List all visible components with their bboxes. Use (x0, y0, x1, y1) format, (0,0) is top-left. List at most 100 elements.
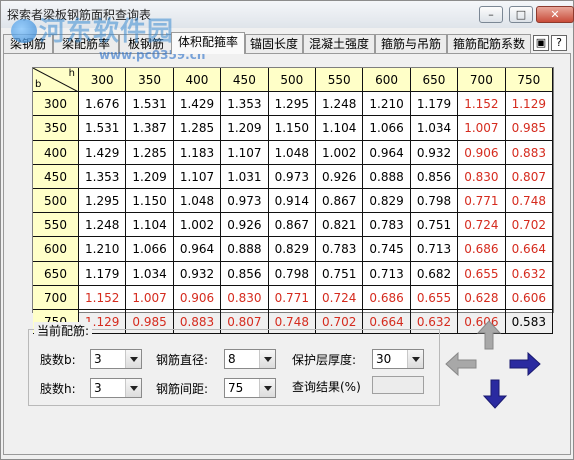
table-cell[interactable]: 0.686 (363, 285, 411, 310)
tab-stirrup-hanger[interactable]: 箍筋与吊筋 (375, 34, 447, 53)
table-cell[interactable]: 0.632 (505, 261, 553, 286)
table-cell[interactable]: 0.964 (173, 237, 222, 262)
table-cell[interactable]: 1.248 (79, 213, 127, 238)
table-cell[interactable]: 1.107 (221, 140, 269, 165)
table-cell[interactable]: 1.209 (221, 116, 269, 141)
arrow-up-icon[interactable] (476, 319, 502, 351)
table-cell[interactable]: 1.104 (316, 116, 364, 141)
save-icon[interactable]: ▣ (533, 35, 549, 51)
table-cell[interactable]: 0.829 (268, 237, 316, 262)
table-cell[interactable]: 1.066 (126, 237, 174, 262)
table-cell[interactable]: 1.387 (126, 116, 174, 141)
table-cell[interactable]: 0.867 (316, 189, 364, 214)
table-cell[interactable]: 0.771 (458, 189, 506, 214)
table-cell[interactable]: 0.682 (410, 261, 459, 286)
table-cell[interactable]: 0.664 (505, 237, 553, 262)
table-cell[interactable]: 1.210 (363, 92, 411, 117)
bar-spacing-select[interactable]: 75 (224, 378, 276, 398)
table-cell[interactable]: 1.676 (79, 92, 127, 117)
chevron-down-icon[interactable] (259, 350, 275, 368)
table-cell[interactable]: 0.926 (316, 164, 364, 189)
tab-concrete-strength[interactable]: 混凝土强度 (303, 34, 375, 53)
table-cell[interactable]: 0.751 (410, 213, 459, 238)
table-cell[interactable]: 0.655 (458, 261, 506, 286)
table-cell[interactable]: 1.179 (410, 92, 459, 117)
tab-stirrup-coefficient[interactable]: 箍筋配筋系数 (447, 34, 531, 53)
table-cell[interactable]: 0.686 (458, 237, 506, 262)
table-cell[interactable]: 1.152 (79, 285, 127, 310)
table-cell[interactable]: 0.914 (268, 189, 316, 214)
limbs-b-select[interactable]: 3 (90, 349, 142, 369)
table-cell[interactable]: 1.007 (458, 116, 506, 141)
table-cell[interactable]: 0.702 (505, 213, 553, 238)
arrow-left-icon[interactable] (444, 351, 478, 377)
tab-volume-stirrup-ratio[interactable]: 体积配箍率 (171, 32, 245, 54)
table-cell[interactable]: 1.179 (79, 261, 127, 286)
table-cell[interactable]: 1.129 (505, 92, 553, 117)
close-button[interactable]: ✕ (536, 6, 574, 23)
table-cell[interactable]: 0.821 (316, 213, 364, 238)
table-cell[interactable]: 0.926 (221, 213, 269, 238)
table-cell[interactable]: 1.007 (126, 285, 174, 310)
minimize-button[interactable]: – (479, 6, 503, 23)
table-cell[interactable]: 1.048 (173, 189, 222, 214)
table-cell[interactable]: 0.867 (268, 213, 316, 238)
table-cell[interactable]: 0.724 (316, 285, 364, 310)
table-cell[interactable]: 1.210 (79, 237, 127, 262)
table-cell[interactable]: 1.429 (79, 140, 127, 165)
table-cell[interactable]: 0.583 (505, 310, 553, 335)
table-cell[interactable]: 1.429 (173, 92, 222, 117)
table-cell[interactable]: 0.798 (410, 189, 459, 214)
table-cell[interactable]: 0.807 (505, 164, 553, 189)
bar-diameter-select[interactable]: 8 (224, 349, 276, 369)
table-cell[interactable]: 0.606 (505, 285, 553, 310)
maximize-button[interactable]: □ (509, 6, 533, 23)
table-cell[interactable]: 0.745 (363, 237, 411, 262)
table-cell[interactable]: 0.830 (458, 164, 506, 189)
limbs-h-select[interactable]: 3 (90, 378, 142, 398)
table-cell[interactable]: 0.888 (363, 164, 411, 189)
table-cell[interactable]: 0.856 (410, 164, 459, 189)
help-icon[interactable]: ? (551, 35, 567, 51)
table-cell[interactable]: 1.150 (126, 189, 174, 214)
table-cell[interactable]: 0.713 (410, 237, 459, 262)
table-cell[interactable]: 0.829 (363, 189, 411, 214)
table-cell[interactable]: 0.724 (458, 213, 506, 238)
table-cell[interactable]: 1.034 (410, 116, 459, 141)
table-cell[interactable]: 0.906 (458, 140, 506, 165)
table-cell[interactable]: 0.783 (363, 213, 411, 238)
table-cell[interactable]: 0.856 (221, 261, 269, 286)
table-cell[interactable]: 1.248 (316, 92, 364, 117)
table-cell[interactable]: 0.713 (363, 261, 411, 286)
table-cell[interactable]: 1.353 (79, 164, 127, 189)
table-cell[interactable]: 1.048 (268, 140, 316, 165)
table-cell[interactable]: 0.932 (173, 261, 222, 286)
table-cell[interactable]: 1.066 (363, 116, 411, 141)
table-cell[interactable]: 1.150 (268, 116, 316, 141)
table-cell[interactable]: 1.183 (173, 140, 222, 165)
table-cell[interactable]: 0.748 (505, 189, 553, 214)
table-cell[interactable]: 1.285 (126, 140, 174, 165)
chevron-down-icon[interactable] (125, 350, 141, 368)
table-cell[interactable]: 1.031 (221, 164, 269, 189)
table-cell[interactable]: 1.295 (268, 92, 316, 117)
table-cell[interactable]: 0.906 (173, 285, 222, 310)
table-cell[interactable]: 1.531 (126, 92, 174, 117)
chevron-down-icon[interactable] (259, 379, 275, 397)
table-cell[interactable]: 0.655 (410, 285, 459, 310)
table-cell[interactable]: 0.628 (458, 285, 506, 310)
table-cell[interactable]: 1.531 (79, 116, 127, 141)
table-cell[interactable]: 0.830 (221, 285, 269, 310)
table-cell[interactable]: 1.209 (126, 164, 174, 189)
table-cell[interactable]: 0.888 (221, 237, 269, 262)
table-cell[interactable]: 1.107 (173, 164, 222, 189)
table-cell[interactable]: 0.783 (316, 237, 364, 262)
chevron-down-icon[interactable] (407, 350, 423, 368)
table-cell[interactable]: 0.932 (410, 140, 459, 165)
table-cell[interactable]: 1.285 (173, 116, 222, 141)
table-cell[interactable]: 1.034 (126, 261, 174, 286)
arrow-down-icon[interactable] (482, 378, 508, 410)
table-cell[interactable]: 0.798 (268, 261, 316, 286)
table-cell[interactable]: 0.751 (316, 261, 364, 286)
table-cell[interactable]: 1.295 (79, 189, 127, 214)
